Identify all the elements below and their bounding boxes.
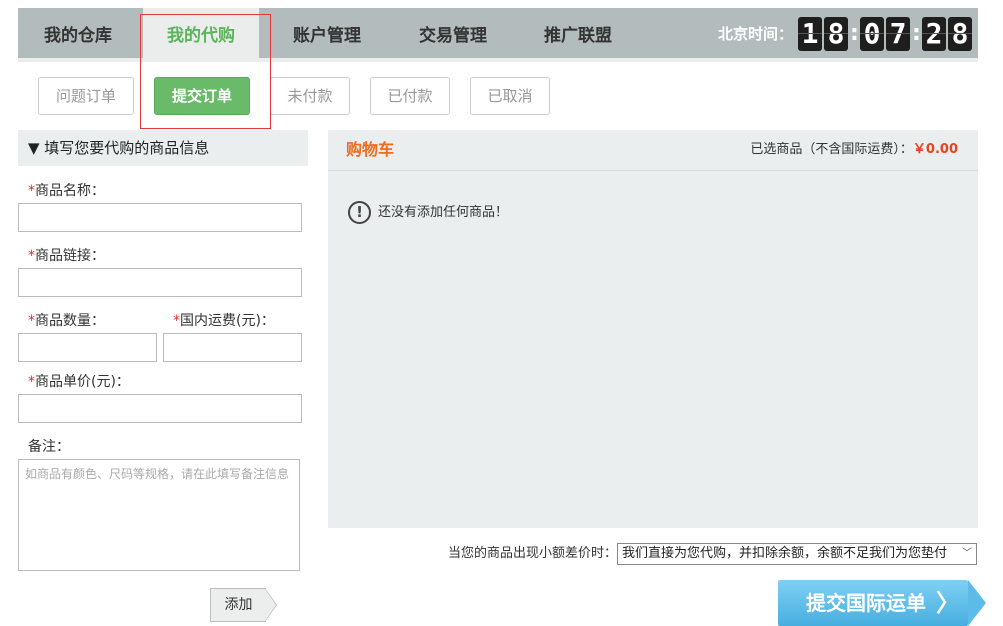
product-link-input[interactable] [18,268,302,297]
tab-affiliate[interactable]: 推广联盟 [517,8,639,58]
shopping-cart: 购物车 已选商品（不含国际运费）：￥0.00 ! 还没有添加任何商品！ [328,130,978,528]
chevron-right-icon: 〉 [936,589,960,617]
clock-digit: 0 [860,17,884,51]
subtab-unpaid[interactable]: 未付款 [270,77,350,115]
submit-button-label: 提交国际运单 [806,591,926,615]
tab-account-management[interactable]: 账户管理 [267,8,387,58]
beijing-clock: 1 8 : 0 7 : 2 8 [798,16,974,52]
note-label: 备注： [28,439,70,455]
tab-trade-management[interactable]: 交易管理 [391,8,515,58]
unit-price-input[interactable] [18,394,302,423]
product-link-label: *商品链接： [28,245,105,265]
subtab-cancelled[interactable]: 已取消 [470,77,550,115]
note-textarea[interactable]: 如商品有颜色、尺码等规格，请在此填写备注信息 [18,459,300,571]
cart-header: 购物车 已选商品（不含国际运费）：￥0.00 [328,130,978,171]
add-button[interactable]: 添加 [210,588,266,622]
label-text: 商品名称： [35,183,105,199]
add-button-arrow-fill [265,589,276,621]
domestic-shipping-label: *国内运费(元)： [173,310,275,330]
quantity-input[interactable] [18,333,157,362]
clock-digit: 8 [824,17,848,51]
chevron-down-icon: ﹀ [962,548,972,559]
unit-price-label: *商品单价(元)： [28,371,130,391]
label-text: 商品数量： [35,313,105,329]
clock-digit: 1 [798,17,822,51]
form-header: ▼ 填写您要代购的商品信息 [18,130,308,166]
required-mark: * [173,313,180,329]
tab-my-purchase[interactable]: 我的代购 [143,8,259,60]
product-name-label: *商品名称： [28,180,105,200]
cart-empty-message: 还没有添加任何商品！ [378,205,509,220]
required-mark: * [28,313,35,329]
tab-my-warehouse[interactable]: 我的仓库 [18,8,138,58]
label-text: 商品单价(元)： [35,374,130,390]
nav-underline [18,58,978,62]
subtab-submit-order[interactable]: 提交订单 [154,77,250,115]
submit-international-waybill-button[interactable]: 提交国际运单 〉 [778,580,968,626]
cart-total-price: ￥0.00 [912,142,958,157]
selected-option: 我们直接为您代购，并扣除余额，余额不足我们为您垫付 [622,546,948,561]
exclamation-icon: ! [348,201,371,224]
clock-colon: : [850,21,859,46]
label-text: 国内运费(元)： [180,313,275,329]
required-mark: * [28,374,35,390]
product-name-input[interactable] [18,203,302,232]
subtab-problem-orders[interactable]: 问题订单 [38,77,134,115]
price-difference-label: 当您的商品出现小额差价时： [448,546,618,561]
cart-title: 购物车 [346,140,395,159]
subtab-paid[interactable]: 已付款 [370,77,450,115]
cart-summary-label: 已选商品（不含国际运费）： [750,142,913,157]
price-difference-select[interactable]: 我们直接为您代购，并扣除余额，余额不足我们为您垫付 ﹀ [617,543,977,565]
clock-colon: : [912,21,921,46]
label-text: 商品链接： [35,248,105,264]
required-mark: * [28,248,35,264]
clock-digit: 8 [948,17,972,51]
submit-button-tip [968,580,986,626]
required-mark: * [28,183,35,199]
beijing-time-label: 北京时间： [718,25,794,43]
clock-digit: 7 [886,17,910,51]
quantity-label: *商品数量： [28,310,105,330]
clock-digit: 2 [922,17,946,51]
domestic-shipping-input[interactable] [163,333,302,362]
cart-summary: 已选商品（不含国际运费）：￥0.00 [750,130,958,170]
